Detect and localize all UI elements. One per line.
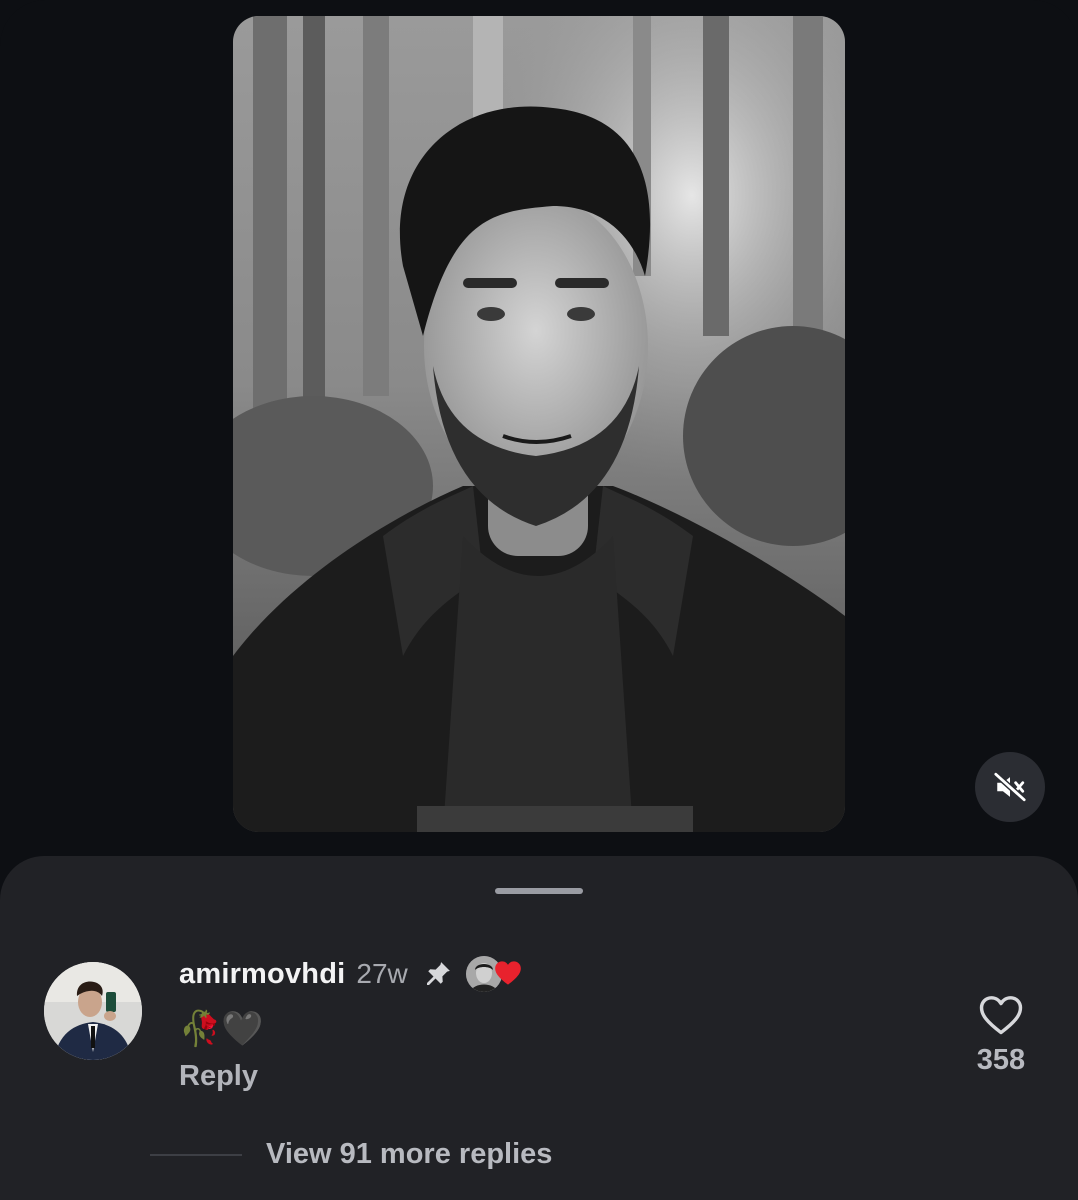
sheet-drag-handle[interactable] — [495, 888, 583, 894]
heart-outline-icon — [979, 996, 1023, 1035]
comment-header: amirmovhdi 27w — [179, 954, 919, 994]
comment-timestamp: 27w — [356, 958, 408, 989]
comment-text: 🥀🖤 — [179, 1009, 264, 1049]
view-more-replies-button[interactable]: View 91 more replies — [150, 1138, 552, 1171]
mute-toggle-button[interactable] — [975, 752, 1045, 822]
reply-button[interactable]: Reply — [179, 1060, 258, 1093]
replies-divider — [150, 1153, 242, 1156]
like-button[interactable] — [960, 994, 1042, 1036]
speaker-muted-icon — [993, 772, 1027, 802]
comments-sheet: amirmovhdi 27w 🥀🖤 Reply 358 View 91 more… — [0, 856, 1078, 1200]
user-avatar-image — [44, 962, 142, 1060]
liked-by-creator-badge — [465, 954, 532, 994]
app-screen: amirmovhdi 27w 🥀🖤 Reply 358 View 91 more… — [0, 0, 1078, 1200]
comment: amirmovhdi 27w 🥀🖤 Reply — [179, 954, 919, 1093]
pin-icon — [422, 958, 454, 990]
comment-username[interactable]: amirmovhdi — [179, 958, 345, 991]
media-area — [0, 0, 1078, 870]
view-replies-label: View 91 more replies — [266, 1138, 553, 1170]
portrait-photo — [233, 16, 845, 832]
comment-like: 358 — [960, 994, 1042, 1077]
post-video[interactable] — [233, 16, 845, 832]
avatar[interactable] — [44, 962, 142, 1060]
like-count: 358 — [976, 1044, 1026, 1076]
red-heart-icon — [494, 960, 522, 991]
